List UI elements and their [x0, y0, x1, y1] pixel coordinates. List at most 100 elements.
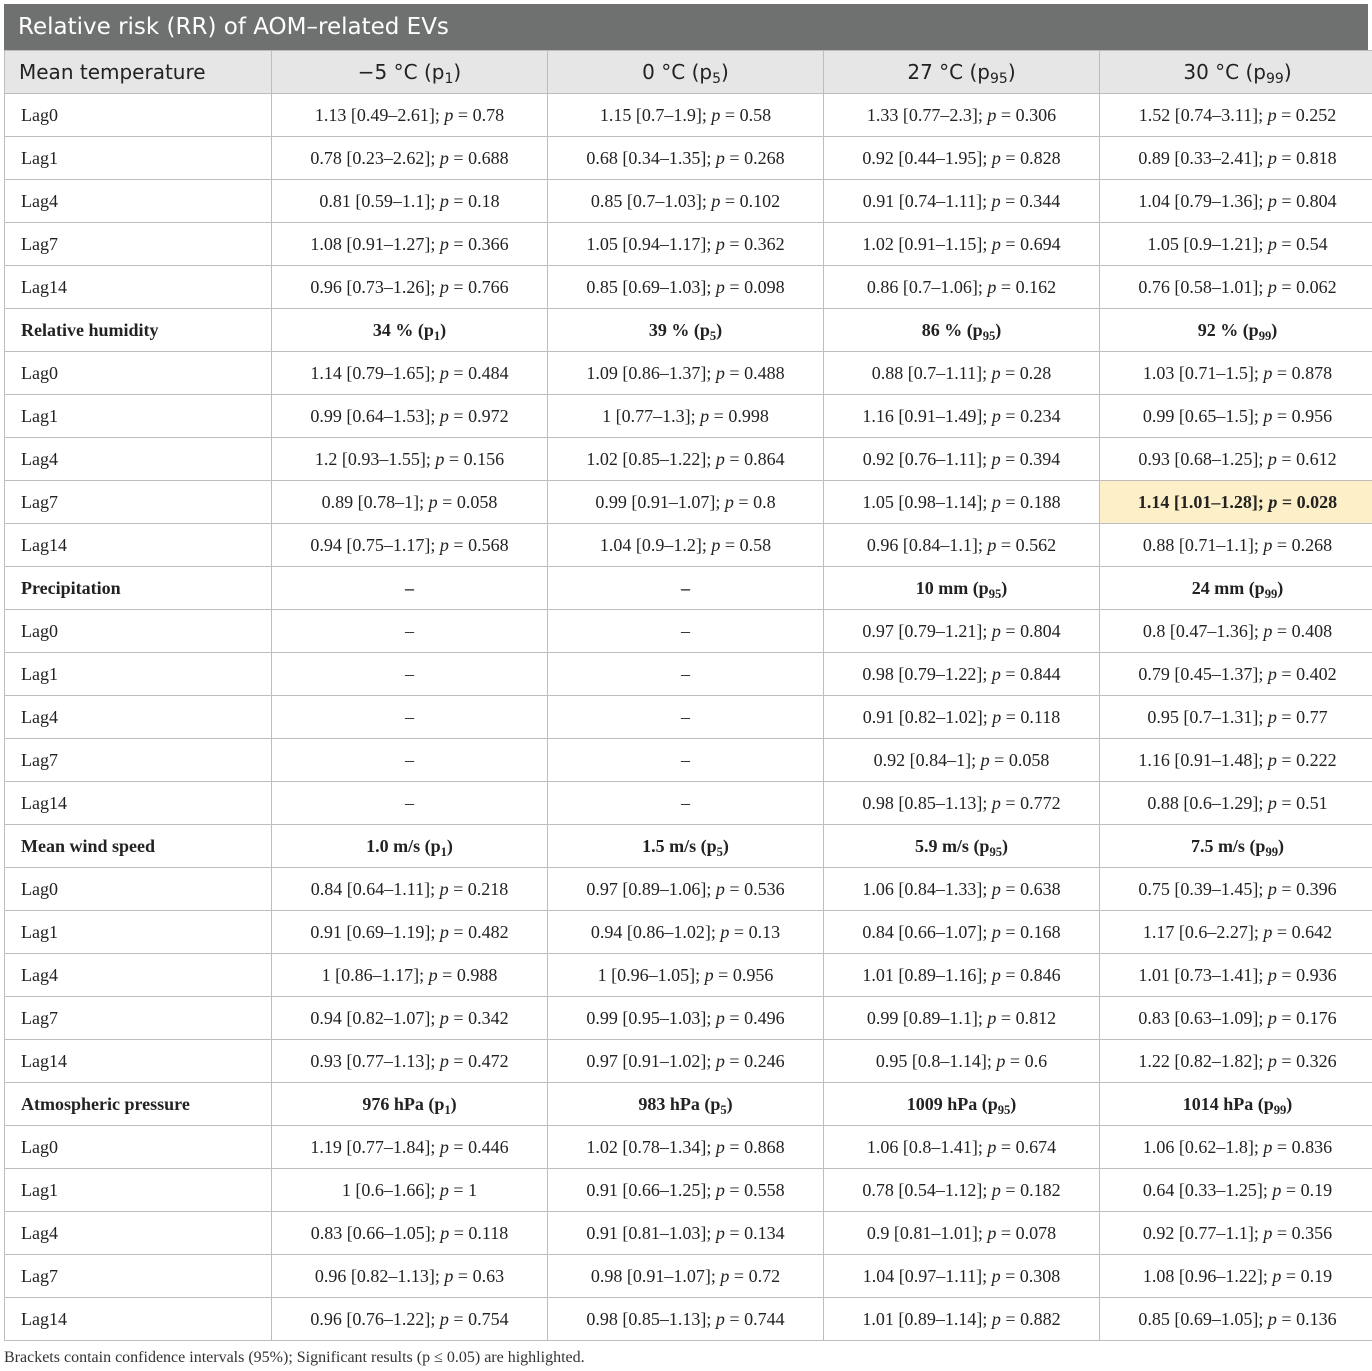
- p-separator: ; p =: [1253, 921, 1292, 942]
- p-separator: ; p =: [430, 1222, 469, 1243]
- column-header-suffix: ): [1283, 60, 1292, 84]
- p-separator: ; p =: [1253, 405, 1292, 426]
- threshold-subscript: 95: [988, 586, 1002, 601]
- lag-label: Lag4: [4, 179, 272, 223]
- lag-label: Lag0: [4, 93, 272, 137]
- p-separator: ; p =: [982, 190, 1020, 211]
- lag-text: Lag4: [21, 190, 58, 211]
- rr-cell: 1.08 [0.91–1.27]; p = 0.366: [271, 222, 548, 266]
- p-value: 0.234: [1020, 405, 1061, 426]
- p-separator: ; p =: [977, 534, 1016, 555]
- rr-cell: 0.94 [0.86–1.02]; p = 0.13: [547, 910, 824, 954]
- threshold-subscript: 95: [989, 844, 1003, 859]
- lag-text: Lag4: [21, 964, 58, 985]
- p-separator: ; p =: [982, 405, 1021, 426]
- p-value: 0.326: [1296, 1050, 1337, 1071]
- rr-ci-value: 0.97 [0.89–1.06]: [586, 878, 707, 899]
- lag-label: Lag0: [4, 867, 272, 911]
- rr-cell: 0.99 [0.65–1.5]; p = 0.956: [1099, 394, 1372, 438]
- p-value: 0.58: [739, 534, 772, 555]
- rr-cell: 0.96 [0.76–1.22]; p = 0.754: [271, 1297, 548, 1341]
- rr-cell: 0.75 [0.39–1.45]; p = 0.396: [1099, 867, 1372, 911]
- rr-ci-value: 0.99 [0.95–1.03]: [586, 1007, 707, 1028]
- p-value: 0.342: [468, 1007, 509, 1028]
- section-header-row: Mean wind speed 1.0 m/s (p1) 1.5 m/s (p5) 5…: [4, 824, 1372, 868]
- rr-ci-value: 1.16 [0.91–1.49]: [862, 405, 983, 426]
- lag-label: Lag0: [4, 351, 272, 395]
- rr-cell: 0.8 [0.47–1.36]; p = 0.408: [1099, 609, 1372, 653]
- rr-cell: 1.2 [0.93–1.55]; p = 0.156: [271, 437, 548, 481]
- column-header-label: −5 °C (p: [357, 60, 445, 84]
- p-value: 0.766: [468, 276, 509, 297]
- p-value: 0.72: [748, 1265, 781, 1286]
- p-separator: ; p =: [430, 276, 469, 297]
- rr-cell: 1 [0.6–1.66]; p = 1: [271, 1168, 548, 1212]
- p-value: 0.058: [1008, 749, 1050, 770]
- p-separator: ; p =: [1258, 190, 1297, 211]
- lag-text: Lag0: [21, 104, 58, 125]
- p-separator: ; p =: [982, 663, 1021, 684]
- p-separator: ; p =: [1258, 147, 1297, 168]
- p-value: 0.484: [468, 362, 509, 383]
- p-value: 0.394: [1019, 448, 1061, 469]
- lag-label: Lag1: [4, 910, 272, 954]
- rr-ci-value: 0.99 [0.91–1.07]: [595, 491, 716, 512]
- threshold-suffix: ): [446, 835, 453, 856]
- rr-ci-value: 1.04 [0.9–1.2]: [599, 534, 702, 555]
- section-threshold-cell: 1.0 m/s (p1): [271, 824, 548, 868]
- rr-ci-value: 1.08 [0.91–1.27]: [310, 233, 431, 254]
- p-separator: ; p =: [430, 534, 469, 555]
- rr-cell: 1.05 [0.98–1.14]; p = 0.188: [823, 480, 1100, 524]
- rr-ci-value: 0.91 [0.74–1.11]: [862, 190, 983, 211]
- p-value: 1: [468, 1179, 478, 1200]
- rr-cell: 0.85 [0.69–1.05]; p = 0.136: [1099, 1297, 1372, 1341]
- threshold-subscript: 99: [1258, 328, 1272, 343]
- p-value: 0.078: [1015, 1222, 1057, 1243]
- p-separator: ; p =: [1262, 1179, 1301, 1200]
- p-separator: ; p =: [1258, 1308, 1297, 1329]
- threshold-subscript: 99: [1273, 1102, 1287, 1117]
- rr-ci-value: 0.83 [0.63–1.09]: [1138, 1007, 1259, 1028]
- rr-ci-value: 0.8 [0.47–1.36]: [1142, 620, 1254, 641]
- rr-cell: –: [547, 609, 824, 653]
- rr-ci-value: 0.85 [0.7–1.03]: [590, 190, 702, 211]
- p-value: 0.13: [748, 921, 781, 942]
- rr-cell: 0.92 [0.77–1.1]; p = 0.356: [1099, 1211, 1372, 1255]
- p-value: 0.252: [1295, 104, 1337, 125]
- rr-ci-value: 1.05 [0.94–1.17]: [586, 233, 707, 254]
- section-threshold-cell: 39 % (p5): [547, 308, 824, 352]
- p-value: 0.134: [744, 1222, 785, 1243]
- p-value: 0.162: [1015, 276, 1057, 297]
- rr-ci-value: 0.81 [0.59–1.1]: [319, 190, 431, 211]
- rr-cell: 0.84 [0.64–1.11]; p = 0.218: [271, 867, 548, 911]
- lag-text: Lag7: [21, 749, 58, 770]
- rr-ci-value: 0.93 [0.77–1.13]: [310, 1050, 431, 1071]
- lag-label: Lag1: [4, 394, 272, 438]
- lag-text: Lag7: [21, 1007, 58, 1028]
- table-row: Lag7 0.94 [0.82–1.07]; p = 0.342 0.99 [0.9…: [4, 996, 1372, 1040]
- threshold-suffix: ): [1286, 1093, 1293, 1114]
- p-value: 0.536: [744, 878, 785, 899]
- rr-cell: 0.89 [0.33–2.41]; p = 0.818: [1099, 136, 1372, 180]
- p-value: 0.956: [732, 964, 774, 985]
- p-separator: ; p =: [430, 1007, 469, 1028]
- rr-cell: 0.99 [0.89–1.1]; p = 0.812: [823, 996, 1100, 1040]
- rr-cell: 1.02 [0.91–1.15]; p = 0.694: [823, 222, 1100, 266]
- p-value: 0.744: [744, 1308, 785, 1329]
- table-row: Lag4 0.81 [0.59–1.1]; p = 0.18 0.85 [0.7–1…: [4, 179, 1372, 223]
- p-separator: ; p =: [982, 147, 1021, 168]
- p-separator: ; p =: [706, 1179, 745, 1200]
- column-header-label: 27 °C (p: [907, 60, 990, 84]
- column-header-subscript: 5: [712, 71, 721, 88]
- lag-label: Lag7: [4, 480, 272, 524]
- table-row: Lag14 0.94 [0.75–1.17]; p = 0.568 1.04 [0.…: [4, 523, 1372, 567]
- table-row: Lag7 0.96 [0.82–1.13]; p = 0.63 0.98 [0.91…: [4, 1254, 1372, 1298]
- rr-ci-value: 1.17 [0.6–2.27]: [1142, 921, 1254, 942]
- threshold-suffix: ): [716, 319, 723, 340]
- table-row: Lag14– –0.98 [0.85–1.13]; p = 0.772 0.88 […: [4, 781, 1372, 825]
- p-value: 0.936: [1296, 964, 1337, 985]
- lag-text: Lag7: [21, 491, 58, 512]
- p-value: 0.562: [1015, 534, 1057, 555]
- p-separator: ; p =: [982, 1265, 1020, 1286]
- rr-ci-value: 0.75 [0.39–1.45]: [1138, 878, 1259, 899]
